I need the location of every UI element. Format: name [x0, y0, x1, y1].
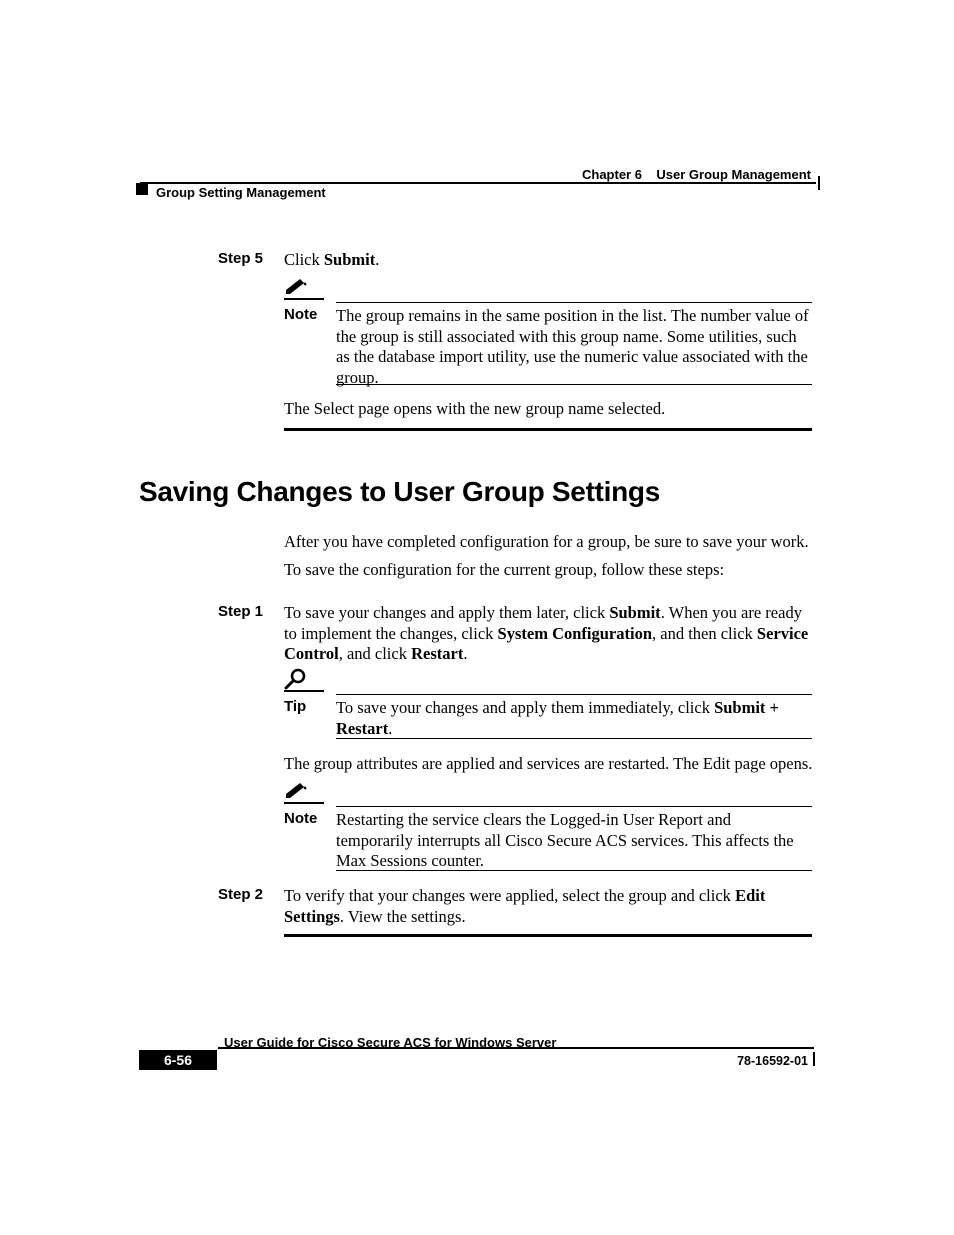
step-1-label: Step 1 — [218, 603, 263, 620]
section-end-rule-1 — [284, 428, 812, 431]
tip-text: To save your changes and apply them imme… — [336, 698, 812, 739]
step-1-text: To save your changes and apply them late… — [284, 603, 814, 665]
footer-doc-number: 78-16592-01 — [737, 1054, 808, 1068]
footer-rule — [218, 1047, 814, 1049]
header-rule-tick — [818, 176, 820, 190]
step-5-label: Step 5 — [218, 250, 263, 267]
footer-page-number: 6-56 — [139, 1050, 217, 1070]
header-rule — [140, 182, 816, 184]
note-label: Note — [284, 810, 317, 827]
intro-paragraph-1: After you have completed configuration f… — [284, 532, 814, 553]
footer-rule-tick — [813, 1052, 815, 1066]
step-5-text: Click Submit. — [284, 250, 814, 271]
running-header-section: Group Setting Management — [156, 185, 326, 200]
step-2-label: Step 2 — [218, 886, 263, 903]
running-header-chapter: Chapter 6 User Group Management — [582, 167, 811, 182]
section-end-rule-2 — [284, 934, 812, 937]
after-tip-text: The group attributes are applied and ser… — [284, 754, 814, 775]
note-callout-1: Note The group remains in the same posit… — [284, 276, 812, 386]
intro-paragraph-2: To save the configuration for the curren… — [284, 560, 814, 581]
note-callout-2: Note Restarting the service clears the L… — [284, 780, 812, 872]
step-2-text: To verify that your changes were applied… — [284, 886, 814, 927]
tip-label: Tip — [284, 698, 306, 715]
note-label: Note — [284, 306, 317, 323]
note-1-text: The group remains in the same position i… — [336, 306, 812, 389]
section-heading: Saving Changes to User Group Settings — [139, 476, 660, 508]
tip-callout: Tip To save your changes and apply them … — [284, 668, 812, 740]
header-section-marker — [136, 183, 148, 195]
after-note-1-text: The Select page opens with the new group… — [284, 399, 814, 420]
note-2-text: Restarting the service clears the Logged… — [336, 810, 812, 872]
